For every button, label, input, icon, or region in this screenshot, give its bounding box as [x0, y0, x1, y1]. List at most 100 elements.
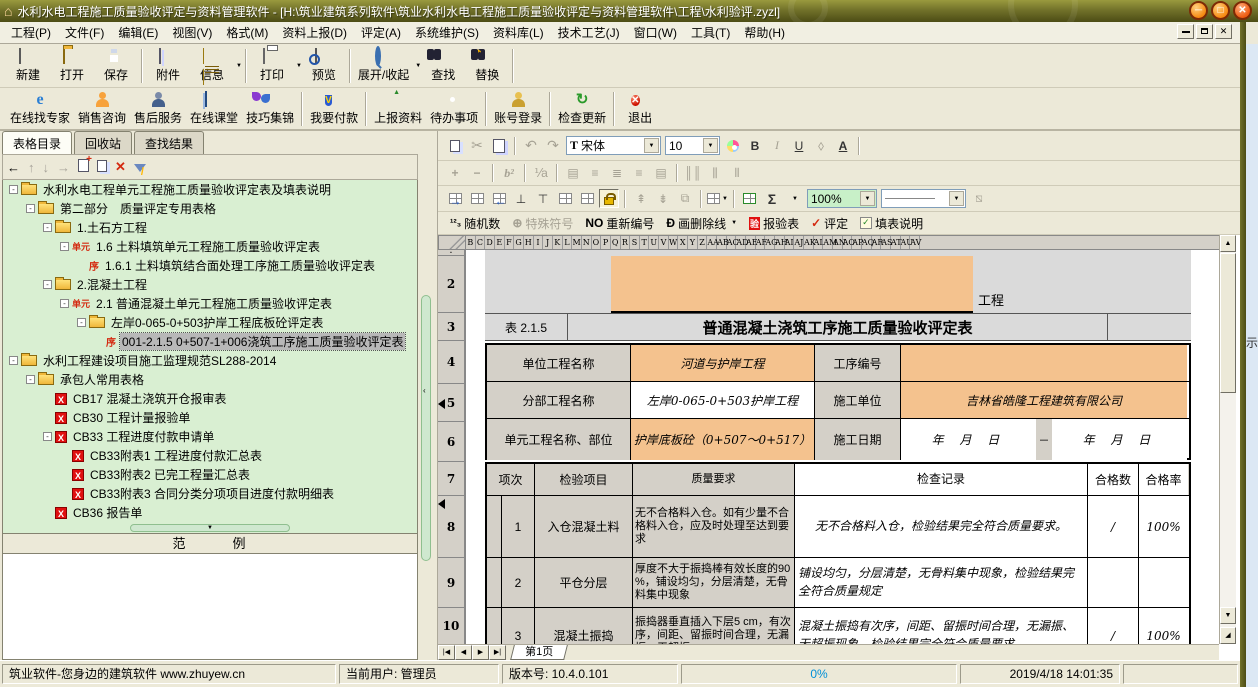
- column-header[interactable]: AE: [746, 236, 756, 249]
- col-header-pass-rate[interactable]: 合格率: [1139, 464, 1188, 495]
- fraction-button[interactable]: ⅟a: [531, 164, 551, 183]
- row-header[interactable]: 10: [438, 608, 464, 645]
- column-header[interactable]: G: [514, 236, 524, 249]
- insert-column-right-button[interactable]: [489, 189, 509, 208]
- pass-count-cell[interactable]: /: [1088, 496, 1139, 557]
- column-header[interactable]: AL: [814, 236, 824, 249]
- delete-column-button[interactable]: [577, 189, 597, 208]
- scroll-down-button[interactable]: ▼: [1220, 607, 1236, 624]
- diagonal-border-button[interactable]: ⧅: [969, 189, 989, 208]
- last-sheet-button[interactable]: ▶|: [489, 645, 506, 660]
- split-cell-button[interactable]: ⊥: [511, 189, 531, 208]
- redo-button[interactable]: ↷: [543, 136, 563, 155]
- tree-item[interactable]: XCB33附表2 已完工程量汇总表: [3, 465, 417, 484]
- division-project-label-cell[interactable]: 分部工程名称: [487, 382, 631, 418]
- tree-item[interactable]: XCB30 工程计量报验单: [3, 408, 417, 427]
- column-header[interactable]: AF: [756, 236, 766, 249]
- collapse-box-icon[interactable]: -: [43, 280, 52, 289]
- table-code-cell[interactable]: 表 2.1.5: [485, 314, 568, 340]
- menu-library[interactable]: 资料库(L): [486, 22, 551, 43]
- column-header[interactable]: O: [592, 236, 602, 249]
- fill-instruction-button[interactable]: 填表说明: [854, 215, 929, 232]
- scroll-up-button[interactable]: ▲: [1220, 235, 1236, 252]
- table-title-cell[interactable]: 普通混凝土浇筑工序施工质量验收评定表: [568, 314, 1108, 340]
- col-header-pass-count[interactable]: 合格数: [1088, 464, 1139, 495]
- column-header[interactable]: J: [543, 236, 553, 249]
- align-middle-button[interactable]: ≣: [607, 164, 627, 183]
- table-title-tail-cell[interactable]: [1108, 314, 1191, 340]
- tree-item[interactable]: XCB36 报告单: [3, 503, 417, 522]
- collapse-box-icon[interactable]: -: [77, 318, 86, 327]
- col-header-quality-req[interactable]: 质量要求: [633, 464, 795, 495]
- delete-form-button[interactable]: ✕: [115, 159, 126, 175]
- column-header[interactable]: Z: [698, 236, 708, 249]
- align-right-button[interactable]: ≡: [629, 164, 649, 183]
- item-no-cell[interactable]: 1: [502, 496, 535, 557]
- hint-side-tab[interactable]: 示: [1246, 44, 1258, 687]
- tree-item[interactable]: -单元1.6 土料填筑单元工程施工质量验收评定表: [3, 237, 417, 256]
- col-header-inspect-item[interactable]: 检验项目: [535, 464, 633, 495]
- zoom-select[interactable]: 100%▼: [807, 189, 877, 208]
- column-header[interactable]: D: [485, 236, 495, 249]
- column-header[interactable]: AU: [901, 236, 911, 249]
- line-style-select[interactable]: ▼: [881, 189, 966, 208]
- item-no-cell[interactable]: 2: [502, 558, 535, 607]
- builder-value-cell[interactable]: 吉林省皓隆工程建筑有限公司: [901, 382, 1187, 418]
- copy-form-button[interactable]: [97, 160, 107, 175]
- column-header[interactable]: AS: [881, 236, 891, 249]
- tree-item[interactable]: -2.混凝土工程: [3, 275, 417, 294]
- col-header-check-record[interactable]: 检查记录: [795, 464, 1088, 495]
- pass-count-cell[interactable]: /: [1088, 608, 1139, 644]
- font-name-select[interactable]: T宋体▼: [566, 136, 661, 155]
- inspect-item-cell[interactable]: 入仓混凝土料: [535, 496, 633, 557]
- column-header[interactable]: AV: [910, 236, 920, 249]
- italic-button[interactable]: I: [767, 136, 787, 155]
- project-suffix-label[interactable]: 工程: [978, 290, 1004, 309]
- division-project-value-cell[interactable]: 左岸0-065-0+503护岸工程: [631, 382, 815, 418]
- column-header[interactable]: S: [630, 236, 640, 249]
- item-no-cell[interactable]: 3: [502, 608, 535, 644]
- move-down-button[interactable]: ↓: [43, 160, 50, 175]
- pass-rate-cell[interactable]: [1139, 558, 1188, 607]
- row-height-increase-button[interactable]: ⇞: [631, 189, 651, 208]
- insert-row-button[interactable]: [467, 189, 487, 208]
- column-header[interactable]: E: [495, 236, 505, 249]
- collapse-box-icon[interactable]: -: [9, 356, 18, 365]
- new-button[interactable]: 新建: [6, 46, 50, 86]
- process-number-value-cell[interactable]: [901, 345, 1187, 381]
- horizontal-splitter[interactable]: ▼: [2, 523, 418, 533]
- vertical-splitter[interactable]: ‹: [418, 131, 437, 660]
- undo-button[interactable]: ↶: [521, 136, 541, 155]
- unit-project-value-cell[interactable]: 河道与护岸工程: [631, 345, 815, 381]
- column-header[interactable]: X: [678, 236, 688, 249]
- column-header[interactable]: H: [524, 236, 534, 249]
- quality-req-cell[interactable]: 厚度不大于振捣棒有效长度的90 %，铺设均匀，分层清楚，无骨料集中现象: [633, 558, 795, 607]
- special-symbol-button[interactable]: ⊕特殊符号: [506, 215, 579, 232]
- column-header[interactable]: V: [659, 236, 669, 249]
- upload-data-button[interactable]: 上报资料: [370, 89, 426, 129]
- increase-button[interactable]: +: [445, 164, 465, 183]
- after-sales-button[interactable]: 售后服务: [130, 89, 186, 129]
- tab-search-results[interactable]: 查找结果: [134, 131, 204, 154]
- column-header[interactable]: P: [601, 236, 611, 249]
- row-header[interactable]: 9: [438, 558, 464, 608]
- column-header[interactable]: AI: [785, 236, 795, 249]
- link-button[interactable]: ⧉: [675, 189, 695, 208]
- delete-row-button[interactable]: [555, 189, 575, 208]
- menu-system-maintain[interactable]: 系统维护(S): [408, 22, 486, 43]
- border-button[interactable]: [740, 189, 760, 208]
- column-header[interactable]: AO: [843, 236, 853, 249]
- tree-item[interactable]: -XCB33 工程进度付款申请单: [3, 427, 417, 446]
- lock-button[interactable]: [599, 189, 619, 208]
- column-header[interactable]: AJ: [794, 236, 804, 249]
- format-painter-button[interactable]: [723, 136, 743, 155]
- tree-item[interactable]: -水利工程建设项目施工监理规范SL288-2014: [3, 351, 417, 370]
- inspect-item-cell[interactable]: 平仓分层: [535, 558, 633, 607]
- add-form-button[interactable]: [78, 159, 89, 175]
- tree-item-selected[interactable]: 序001-2.1.5 0+507-1+006浇筑工序施工质量验收评定表: [3, 332, 417, 351]
- align-center-button[interactable]: ≡: [585, 164, 605, 183]
- replace-button[interactable]: ⌁替换: [465, 46, 509, 86]
- underline-button[interactable]: U: [789, 136, 809, 155]
- quality-req-cell[interactable]: 振捣器垂直插入下层5 cm，有次序，间距、留振时间合理，无漏振、无超振: [633, 608, 795, 644]
- align-left-button[interactable]: ▤: [563, 164, 583, 183]
